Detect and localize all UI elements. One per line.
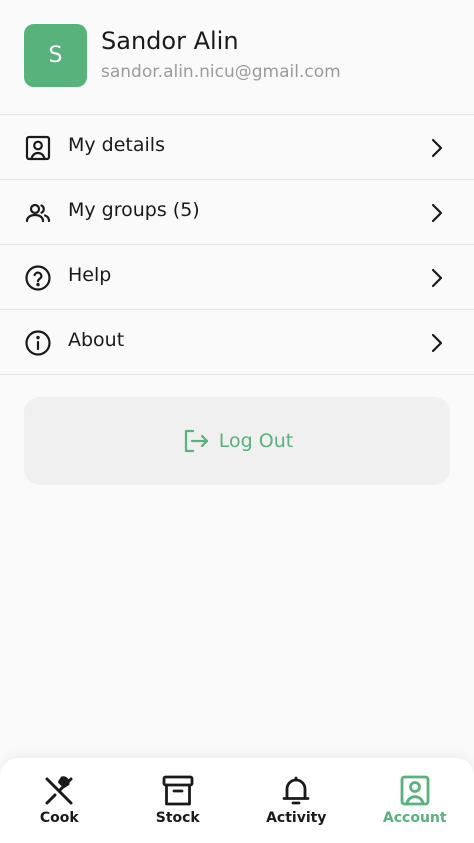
chevron-right-icon — [426, 331, 448, 355]
menu-item-label: About — [68, 329, 125, 351]
chevron-right-icon — [426, 136, 448, 160]
utensils-icon — [42, 774, 76, 808]
logout-button[interactable]: Log Out — [24, 397, 450, 485]
bell-icon — [279, 774, 313, 808]
nav-item-activity[interactable]: Activity — [237, 758, 356, 843]
logout-icon — [181, 426, 211, 456]
profile-name: Sandor Alin — [101, 27, 239, 55]
chevron-right-icon — [426, 201, 448, 225]
users-icon — [24, 199, 52, 227]
logout-label: Log Out — [218, 430, 294, 452]
account-menu: My details My groups (5) Help About — [0, 114, 474, 375]
nav-item-cook[interactable]: Cook — [0, 758, 119, 843]
nav-label: Cook — [39, 810, 79, 826]
user-card-icon — [24, 134, 52, 162]
profile-header: S Sandor Alin sandor.alin.nicu@gmail.com — [0, 0, 474, 114]
chevron-right-icon — [426, 266, 448, 290]
nav-label: Account — [382, 810, 447, 826]
archive-box-icon — [161, 774, 195, 808]
profile-email: sandor.alin.nicu@gmail.com — [101, 62, 341, 82]
menu-item-label: My details — [68, 134, 165, 156]
menu-item-help[interactable]: Help — [0, 245, 474, 310]
user-card-icon — [398, 774, 432, 808]
menu-item-label: Help — [68, 264, 112, 286]
avatar-initial: S — [48, 43, 63, 68]
info-circle-icon — [24, 329, 52, 357]
menu-item-about[interactable]: About — [0, 310, 474, 375]
nav-item-account[interactable]: Account — [356, 758, 474, 843]
nav-label: Activity — [266, 810, 327, 826]
avatar: S — [24, 24, 87, 87]
menu-item-my-details[interactable]: My details — [0, 115, 474, 180]
bottom-navigation: Cook Stock Activity Account — [0, 758, 474, 843]
menu-item-label: My groups (5) — [68, 199, 200, 221]
nav-item-stock[interactable]: Stock — [119, 758, 238, 843]
nav-label: Stock — [155, 810, 200, 826]
help-circle-icon — [24, 264, 52, 292]
menu-item-my-groups[interactable]: My groups (5) — [0, 180, 474, 245]
